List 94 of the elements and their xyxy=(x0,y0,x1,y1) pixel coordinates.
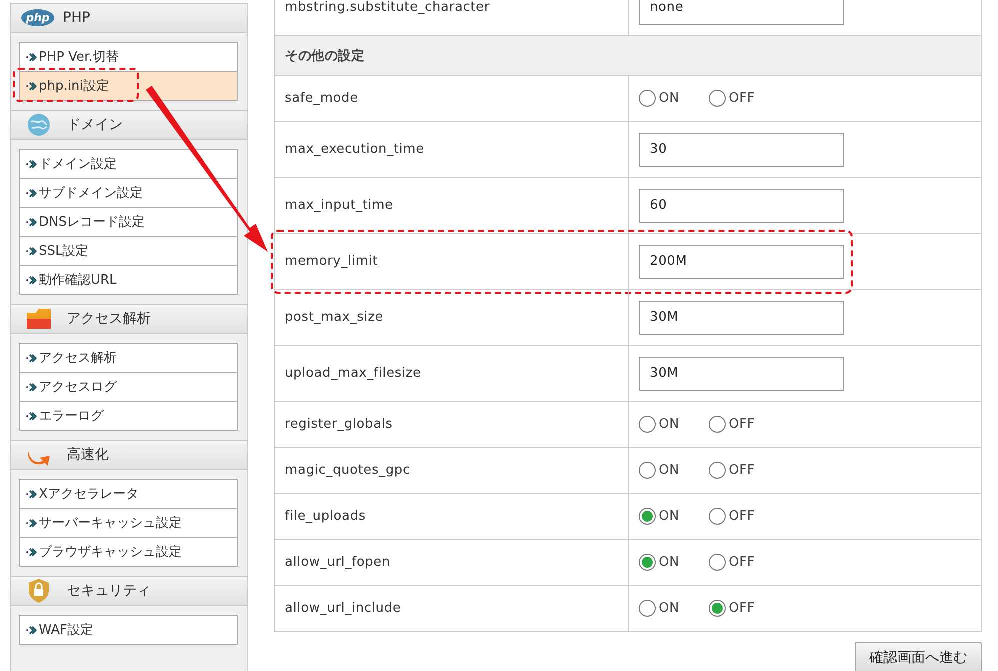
section-title: アクセス解析 xyxy=(67,310,151,328)
radio-button[interactable] xyxy=(639,90,656,107)
sidebar-item[interactable]: DNSレコード設定 xyxy=(20,207,237,236)
sidebar-item[interactable]: 動作確認URL xyxy=(20,265,237,294)
sidebar-item[interactable]: サーバーキャッシュ設定 xyxy=(20,508,237,537)
radio-button[interactable] xyxy=(709,600,726,617)
setting-name: magic_quotes_gpc xyxy=(285,463,410,478)
php-logo-icon: php xyxy=(21,9,55,27)
sidebar-item[interactable]: アクセスログ xyxy=(20,372,237,401)
setting-name: allow_url_include xyxy=(285,601,402,616)
chevron-icon xyxy=(26,188,37,198)
radio-label: ON xyxy=(659,601,680,616)
chevron-icon xyxy=(26,548,37,556)
confirm-button[interactable]: 確認画面へ進む xyxy=(855,642,982,671)
sidebar-item[interactable]: ブラウザキャッシュ設定 xyxy=(20,537,237,566)
chevron-icon xyxy=(26,626,37,634)
radio-label: ON xyxy=(659,91,680,106)
item-label: SSL設定 xyxy=(39,243,89,260)
sidebar-item[interactable]: アクセス解析 xyxy=(20,344,237,372)
setting-name: safe_mode xyxy=(285,91,358,106)
radio-label: ON xyxy=(659,509,680,524)
input-field[interactable]: 30 xyxy=(639,132,844,166)
radio-button[interactable] xyxy=(639,508,656,525)
item-label: PHP Ver.切替 xyxy=(39,49,119,66)
setting-name: file_uploads xyxy=(285,509,366,524)
item-label: WAF設定 xyxy=(39,622,94,639)
radio-button[interactable] xyxy=(709,508,726,525)
setting-name: memory_limit xyxy=(285,254,378,269)
chevron-icon xyxy=(26,382,37,392)
section-title: セキュリティ xyxy=(67,582,151,600)
radio-label: ON xyxy=(659,417,680,432)
item-label: DNSレコード設定 xyxy=(39,214,145,231)
section-title: ドメイン xyxy=(67,116,123,134)
chevron-icon xyxy=(26,276,37,284)
sidebar-item[interactable]: PHP Ver.切替 xyxy=(20,43,237,71)
section-title: 高速化 xyxy=(67,446,109,464)
item-label: ドメイン設定 xyxy=(39,156,117,173)
sidebar-item[interactable]: SSL設定 xyxy=(20,236,237,265)
radio-label: OFF xyxy=(729,417,756,432)
item-label: アクセスログ xyxy=(39,379,117,396)
setting-name: post_max_size xyxy=(285,310,384,325)
chevron-icon xyxy=(26,82,37,90)
item-label: ブラウザキャッシュ設定 xyxy=(39,544,182,561)
radio-button[interactable] xyxy=(639,416,656,433)
setting-name: upload_max_filesize xyxy=(285,366,422,381)
item-label: アクセス解析 xyxy=(39,350,117,367)
input-field[interactable]: none xyxy=(639,0,844,24)
globe-icon xyxy=(27,113,51,137)
chevron-icon xyxy=(26,490,37,498)
radio-button[interactable] xyxy=(709,554,726,571)
chevron-icon xyxy=(26,354,37,362)
radio-button[interactable] xyxy=(639,462,656,479)
sidebar-item[interactable]: エラーログ xyxy=(20,401,237,430)
input-field[interactable]: 200M xyxy=(639,244,844,278)
shield-lock-icon xyxy=(28,578,50,604)
item-label: サーバーキャッシュ設定 xyxy=(39,515,182,532)
sidebar-item[interactable]: php.ini設定 xyxy=(20,71,237,100)
sidebar-item[interactable]: Xアクセラレータ xyxy=(20,480,237,508)
input-field[interactable]: 60 xyxy=(639,188,844,222)
input-field[interactable]: 30M xyxy=(639,300,844,334)
radio-label: OFF xyxy=(729,555,756,570)
section-title: PHP xyxy=(63,10,90,26)
sidebar-item[interactable]: ドメイン設定 xyxy=(20,150,237,178)
item-label: サブドメイン設定 xyxy=(39,185,143,202)
folder-icon xyxy=(25,307,53,331)
item-label: エラーログ xyxy=(39,408,104,425)
input-field[interactable]: 30M xyxy=(639,356,844,390)
radio-button[interactable] xyxy=(709,462,726,479)
radio-label: OFF xyxy=(729,509,756,524)
radio-label: OFF xyxy=(729,91,756,106)
item-label: Xアクセラレータ xyxy=(39,486,139,503)
radio-button[interactable] xyxy=(709,90,726,107)
item-label: 動作確認URL xyxy=(39,272,117,289)
radio-button[interactable] xyxy=(639,600,656,617)
chevron-icon xyxy=(26,52,37,62)
chevron-icon xyxy=(26,518,37,528)
radio-label: OFF xyxy=(729,463,756,478)
chevron-icon xyxy=(26,412,37,420)
chevron-icon xyxy=(26,218,37,226)
item-label: php.ini設定 xyxy=(39,78,110,95)
radio-button[interactable] xyxy=(709,416,726,433)
setting-name: max_input_time xyxy=(285,198,394,213)
radio-label: OFF xyxy=(729,601,756,616)
section-heading: その他の設定 xyxy=(275,36,981,76)
chevron-icon xyxy=(26,160,37,168)
setting-name: mbstring.substitute_character xyxy=(285,0,490,15)
setting-name: max_execution_time xyxy=(285,142,424,157)
radio-button[interactable] xyxy=(639,554,656,571)
setting-name: allow_url_fopen xyxy=(285,555,390,570)
radio-label: ON xyxy=(659,555,680,570)
sidebar-item[interactable]: WAF設定 xyxy=(20,616,237,644)
chevron-icon xyxy=(26,246,37,256)
setting-name: register_globals xyxy=(285,417,393,432)
radio-label: ON xyxy=(659,463,680,478)
